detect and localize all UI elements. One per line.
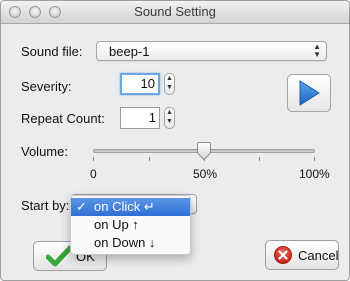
check-icon: ✓ bbox=[76, 199, 87, 214]
cancel-x-icon bbox=[274, 246, 292, 264]
menu-item-on-down[interactable]: on Down ↓ bbox=[71, 234, 190, 252]
repeat-count-field[interactable]: 1 bbox=[120, 107, 160, 129]
menu-item-label: on Up ↑ bbox=[94, 217, 139, 232]
severity-label: Severity: bbox=[21, 79, 72, 94]
play-icon bbox=[299, 80, 320, 106]
volume-slider-thumb[interactable] bbox=[196, 141, 212, 161]
volume-label: Volume: bbox=[21, 144, 68, 159]
start-by-menu: ✓ on Click ↵ on Up ↑ on Down ↓ bbox=[70, 195, 191, 255]
volume-tick bbox=[149, 157, 150, 161]
menu-item-label: on Down ↓ bbox=[94, 235, 156, 250]
cancel-button-label: Cancel bbox=[298, 248, 339, 263]
repeat-count-stepper[interactable]: ▲ ▼ bbox=[164, 107, 175, 129]
volume-tick bbox=[259, 157, 260, 161]
checkmark-icon bbox=[46, 245, 72, 267]
severity-field[interactable]: 10 bbox=[120, 73, 160, 95]
play-button[interactable] bbox=[287, 74, 331, 112]
sound-setting-window: Sound Setting Sound file: beep-1 ▲ ▼ Seve… bbox=[0, 0, 350, 281]
title-bar: Sound Setting bbox=[1, 1, 349, 24]
volume-tick bbox=[93, 157, 94, 161]
volume-tick-label-mid: 50% bbox=[193, 167, 218, 181]
select-arrows-icon: ▲ ▼ bbox=[313, 42, 321, 59]
start-by-label: Start by: bbox=[21, 198, 70, 213]
sound-file-value: beep-1 bbox=[109, 44, 150, 59]
slider-thumb-icon bbox=[197, 142, 211, 161]
cancel-button[interactable]: Cancel bbox=[265, 240, 339, 270]
volume-tick bbox=[314, 157, 315, 161]
window-title: Sound Setting bbox=[134, 4, 216, 19]
volume-tick-label-min: 0 bbox=[90, 167, 97, 181]
repeat-count-label: Repeat Count: bbox=[21, 111, 105, 126]
volume-tick-label-max: 100% bbox=[299, 167, 330, 181]
menu-item-on-up[interactable]: on Up ↑ bbox=[71, 216, 190, 234]
sound-file-select[interactable]: beep-1 ▲ ▼ bbox=[96, 41, 327, 61]
severity-stepper[interactable]: ▲ ▼ bbox=[164, 73, 175, 95]
menu-item-label: on Click ↵ bbox=[94, 199, 155, 214]
sound-file-label: Sound file: bbox=[21, 44, 83, 59]
menu-item-on-click[interactable]: ✓ on Click ↵ bbox=[71, 198, 190, 216]
